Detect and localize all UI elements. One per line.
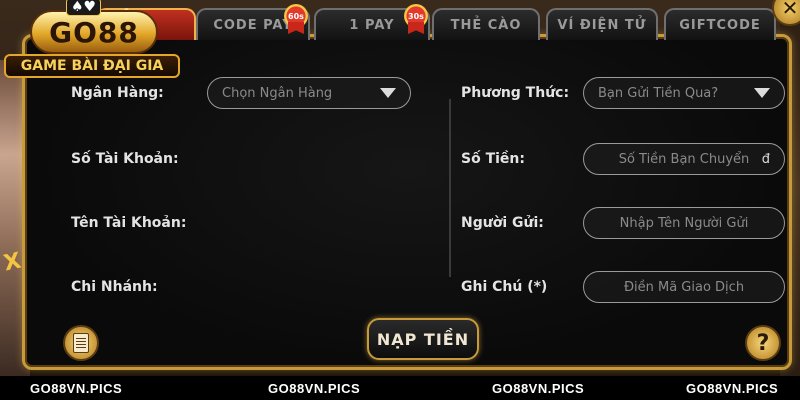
sender-label: Người Gửi: (461, 215, 544, 231)
notepad-icon (73, 333, 89, 353)
chevron-down-icon (380, 88, 396, 98)
amount-label: Số Tiền: (461, 151, 525, 167)
question-icon: ? (756, 330, 770, 356)
currency-symbol: đ (761, 151, 770, 167)
account-name-label: Tên Tài Khoản: (71, 215, 187, 231)
deposit-submit-button[interactable]: NẠP TIỀN (367, 318, 479, 360)
history-button[interactable] (63, 325, 99, 361)
note-input[interactable]: Điền Mã Giao Dịch (583, 271, 785, 303)
help-button[interactable]: ? (745, 325, 781, 361)
note-placeholder: Điền Mã Giao Dịch (623, 279, 745, 295)
gold-x-decoration: X (1, 248, 24, 277)
watermark-text: GO88VN.PICS (30, 380, 123, 396)
close-icon: ✕ (781, 0, 799, 20)
note-label: Ghi Chú (*) (461, 279, 548, 295)
tab-giftcode[interactable]: GIFTCODE (664, 8, 776, 40)
amount-placeholder: Số Tiền Bạn Chuyển (618, 151, 750, 167)
tab-e-wallet[interactable]: VÍ ĐIỆN TỬ (546, 8, 658, 40)
amount-input[interactable]: Số Tiền Bạn Chuyển đ (583, 143, 785, 175)
watermark-text: GO88VN.PICS (686, 380, 779, 396)
watermark-text: GO88VN.PICS (492, 380, 585, 396)
bank-label: Ngân Hàng: (71, 85, 164, 101)
tab-scratch-card[interactable]: THẺ CÀO (432, 8, 540, 40)
logo-tagline: GAME BÀI ĐẠI GIA (4, 54, 180, 78)
chevron-down-icon (754, 88, 770, 98)
sender-input[interactable]: Nhập Tên Người Gửi (583, 207, 785, 239)
sender-placeholder: Nhập Tên Người Gửi (619, 215, 749, 231)
method-select[interactable]: Bạn Gửi Tiền Qua? (583, 77, 785, 109)
go88-logo: GO88 ♠♥ GAME BÀI ĐẠI GIA (4, 0, 180, 82)
method-select-value: Bạn Gửi Tiền Qua? (598, 85, 719, 101)
watermark-bar: GO88VN.PICS GO88VN.PICS GO88VN.PICS GO88… (0, 376, 800, 400)
logo-brand: GO88 (30, 10, 158, 54)
close-button[interactable]: ✕ (772, 0, 800, 26)
branch-label: Chi Nhánh: (71, 279, 158, 295)
method-label: Phương Thức: (461, 85, 570, 101)
bank-select[interactable]: Chọn Ngân Hàng (207, 77, 411, 109)
timer-badge: 30s (403, 4, 429, 34)
bank-select-value: Chọn Ngân Hàng (222, 85, 333, 101)
watermark-text: GO88VN.PICS (268, 380, 361, 396)
timer-badge: 60s (283, 4, 309, 34)
account-number-label: Số Tài Khoản: (71, 151, 179, 167)
playing-cards-icon: ♠♥ (66, 0, 102, 16)
column-divider (449, 99, 451, 277)
game-screen: X Ngân Hàng: Chọn Ngân Hàng Số Tài Khoản… (0, 0, 800, 376)
